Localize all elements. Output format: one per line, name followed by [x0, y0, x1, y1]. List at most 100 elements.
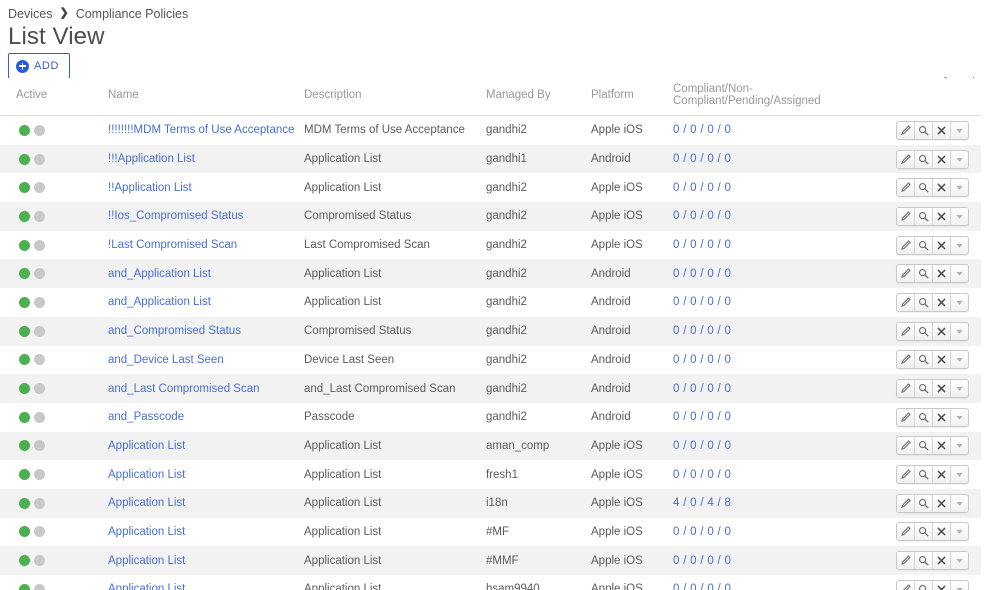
policy-name-link[interactable]: and_Application List — [108, 296, 211, 308]
table-row[interactable]: Application List Application List #MMF A… — [0, 546, 981, 575]
pencil-icon[interactable] — [897, 351, 915, 369]
table-row[interactable]: and_Device Last Seen Device Last Seen ga… — [0, 345, 981, 375]
pencil-icon[interactable] — [897, 150, 915, 168]
table-row[interactable]: and_Passcode Passcode gandhi2 Android 0 … — [0, 402, 981, 432]
x-icon[interactable] — [933, 437, 951, 455]
policy-name-link[interactable]: !!Application List — [108, 182, 192, 194]
magnifier-icon[interactable] — [915, 494, 933, 512]
pencil-icon[interactable] — [897, 466, 915, 484]
policy-name-link[interactable]: and_Application List — [108, 268, 211, 280]
table-row[interactable]: Application List Application List aman_c… — [0, 431, 981, 461]
policy-name-link[interactable]: and_Last Compromised Scan — [108, 383, 260, 395]
chevron-down-icon[interactable] — [951, 351, 968, 368]
pencil-icon[interactable] — [897, 494, 915, 512]
chevron-down-icon[interactable] — [951, 552, 968, 569]
active-toggle[interactable] — [16, 153, 108, 165]
table-row[interactable]: and_Compromised Status Compromised Statu… — [0, 316, 981, 346]
active-toggle[interactable] — [16, 325, 108, 337]
policy-name-link[interactable]: !!!Application List — [108, 153, 195, 165]
chevron-down-icon[interactable] — [951, 523, 968, 540]
x-icon[interactable] — [933, 121, 951, 139]
pencil-icon[interactable] — [897, 179, 915, 197]
active-toggle[interactable] — [16, 469, 108, 481]
x-icon[interactable] — [933, 408, 951, 426]
x-icon[interactable] — [933, 580, 951, 590]
table-row[interactable]: Application List Application List i18n A… — [0, 488, 981, 518]
pencil-icon[interactable] — [897, 552, 915, 570]
pencil-icon[interactable] — [897, 121, 915, 139]
x-icon[interactable] — [933, 351, 951, 369]
policy-name-link[interactable]: and_Compromised Status — [108, 325, 241, 337]
x-icon[interactable] — [933, 466, 951, 484]
x-icon[interactable] — [933, 150, 951, 168]
x-icon[interactable] — [933, 207, 951, 225]
table-row[interactable]: and_Application List Application List ga… — [0, 259, 981, 289]
x-icon[interactable] — [933, 179, 951, 197]
table-row[interactable]: Application List Application List #MF Ap… — [0, 517, 981, 547]
policy-name-link[interactable]: Application List — [108, 583, 185, 590]
magnifier-icon[interactable] — [915, 523, 933, 541]
magnifier-icon[interactable] — [915, 236, 933, 254]
magnifier-icon[interactable] — [915, 293, 933, 311]
policy-name-link[interactable]: !!!!!!!!MDM Terms of Use Acceptance — [108, 124, 294, 136]
active-toggle[interactable] — [16, 296, 108, 308]
chevron-down-icon[interactable] — [951, 437, 968, 454]
chevron-down-icon[interactable] — [951, 409, 968, 426]
chevron-down-icon[interactable] — [951, 237, 968, 254]
policy-name-link[interactable]: Application List — [108, 526, 185, 538]
chevron-down-icon[interactable] — [951, 265, 968, 282]
active-toggle[interactable] — [16, 354, 108, 366]
chevron-down-icon[interactable] — [951, 151, 968, 168]
active-toggle[interactable] — [16, 411, 108, 423]
breadcrumb-item-devices[interactable]: Devices — [8, 7, 52, 21]
magnifier-icon[interactable] — [915, 408, 933, 426]
active-toggle[interactable] — [16, 555, 108, 567]
x-icon[interactable] — [933, 322, 951, 340]
table-row[interactable]: !!!!!!!!MDM Terms of Use Acceptance MDM … — [0, 115, 981, 145]
magnifier-icon[interactable] — [915, 351, 933, 369]
x-icon[interactable] — [933, 552, 951, 570]
magnifier-icon[interactable] — [915, 466, 933, 484]
table-row[interactable]: Application List Application List fresh1… — [0, 460, 981, 489]
breadcrumb-item-compliance-policies[interactable]: Compliance Policies — [76, 7, 189, 21]
chevron-down-icon[interactable] — [951, 179, 968, 196]
chevron-down-icon[interactable] — [951, 294, 968, 311]
add-button[interactable]: ADD — [8, 53, 71, 79]
magnifier-icon[interactable] — [915, 207, 933, 225]
magnifier-icon[interactable] — [915, 179, 933, 197]
x-icon[interactable] — [933, 265, 951, 283]
x-icon[interactable] — [933, 380, 951, 398]
pencil-icon[interactable] — [897, 293, 915, 311]
table-row[interactable]: !Last Compromised Scan Last Compromised … — [0, 230, 981, 260]
policy-name-link[interactable]: !Last Compromised Scan — [108, 239, 237, 251]
pencil-icon[interactable] — [897, 322, 915, 340]
pencil-icon[interactable] — [897, 265, 915, 283]
policy-name-link[interactable]: Application List — [108, 469, 185, 481]
magnifier-icon[interactable] — [915, 121, 933, 139]
active-toggle[interactable] — [16, 440, 108, 452]
x-icon[interactable] — [933, 236, 951, 254]
table-row[interactable]: !!Ios_Compromised Status Compromised Sta… — [0, 202, 981, 231]
pencil-icon[interactable] — [897, 580, 915, 590]
policy-name-link[interactable]: Application List — [108, 555, 185, 567]
active-toggle[interactable] — [16, 497, 108, 509]
pencil-icon[interactable] — [897, 207, 915, 225]
magnifier-icon[interactable] — [915, 552, 933, 570]
magnifier-icon[interactable] — [915, 437, 933, 455]
x-icon[interactable] — [933, 293, 951, 311]
pencil-icon[interactable] — [897, 437, 915, 455]
active-toggle[interactable] — [16, 210, 108, 222]
chevron-down-icon[interactable] — [951, 122, 968, 139]
active-toggle[interactable] — [16, 526, 108, 538]
chevron-down-icon[interactable] — [951, 466, 968, 483]
chevron-down-icon[interactable] — [951, 208, 968, 225]
policy-name-link[interactable]: and_Passcode — [108, 411, 184, 423]
active-toggle[interactable] — [16, 583, 108, 590]
chevron-down-icon[interactable] — [951, 380, 968, 397]
table-row[interactable]: and_Last Compromised Scan and_Last Compr… — [0, 374, 981, 403]
policy-name-link[interactable]: Application List — [108, 440, 185, 452]
magnifier-icon[interactable] — [915, 380, 933, 398]
magnifier-icon[interactable] — [915, 322, 933, 340]
table-row[interactable]: !!Application List Application List gand… — [0, 173, 981, 203]
pencil-icon[interactable] — [897, 236, 915, 254]
